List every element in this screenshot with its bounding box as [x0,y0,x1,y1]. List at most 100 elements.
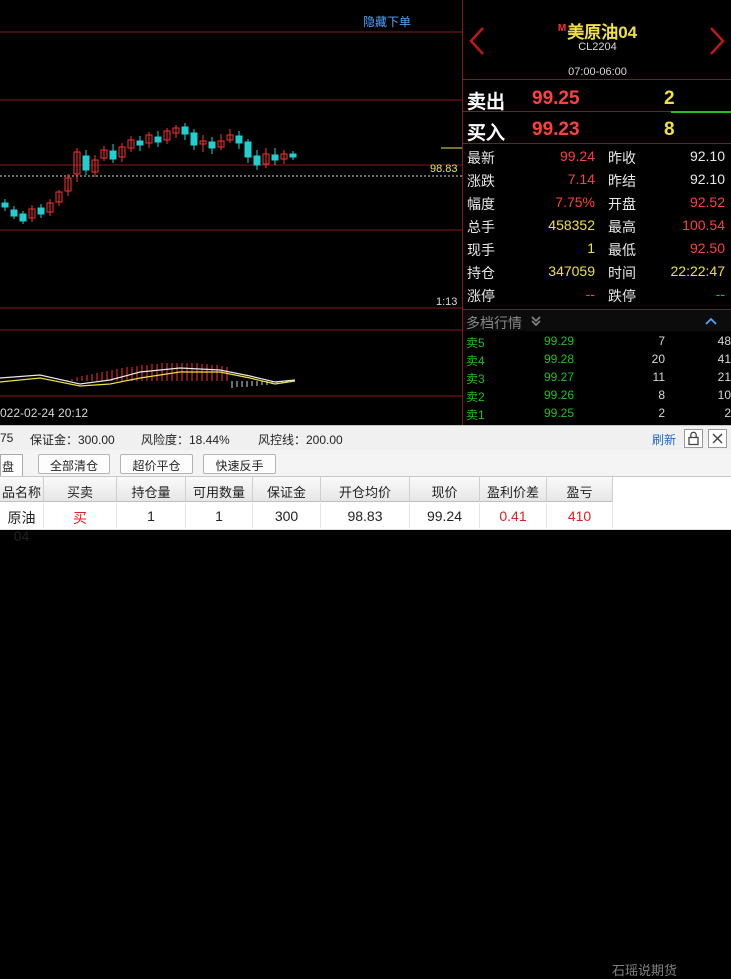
stat-row: 涨停 -- [467,286,595,308]
lock-icon [688,431,699,446]
crosshair-date-label: 022-02-24 20:12 [0,406,89,420]
stat-row: 最低 92.50 [608,240,725,262]
close-icon [712,433,723,444]
stat-value: 100.54 [682,217,725,233]
stat-key: 持仓 [467,265,495,281]
stat-value: -- [715,286,725,302]
column-header[interactable]: 可用数量 [186,477,253,502]
stat-key: 现手 [467,242,495,258]
next-symbol-icon[interactable] [709,26,725,56]
tab-position[interactable]: 盘 [0,454,23,476]
stat-row: 昨收 92.10 [608,148,725,170]
stat-value: 92.50 [689,240,725,256]
buy-volume: 8 [664,119,675,140]
candle-body [190,132,198,146]
column-header[interactable]: 现价 [410,477,480,502]
stat-value: 1 [587,240,595,256]
stat-value: 92.52 [689,194,725,210]
buy-price[interactable]: 99.23 [532,119,580,141]
depth-price[interactable]: 99.29 [544,334,574,348]
depth-row[interactable]: 卖1 99.25 2 2 [463,406,731,424]
stat-value: 92.10 [689,171,725,187]
buy-row[interactable]: 买入 99.23 8 [463,113,731,144]
quick-reverse-button[interactable]: 快速反手 [203,454,276,474]
candle-body [19,213,27,222]
stat-key: 昨收 [608,150,636,166]
candle-body [136,140,144,146]
stat-key: 昨结 [608,173,636,189]
table-cell: 1 [186,503,253,528]
candle-body [289,153,297,158]
depth-header[interactable]: 多档行情 [463,309,731,331]
symbol-code: CL2204 [578,41,617,53]
depth-volume: 11 [652,370,665,384]
table-row[interactable]: 原油04 买 1 1 300 98.83 99.24 0.41 410 [0,503,731,544]
column-header[interactable]: 持仓量 [117,477,186,502]
close-panel-button[interactable] [708,429,727,448]
sell-price[interactable]: 99.25 [532,88,580,110]
chevron-up-icon[interactable] [704,316,718,326]
stat-key: 总手 [467,219,495,235]
stat-value: -- [585,286,595,302]
depth-row[interactable]: 卖4 99.28 20 41 [463,352,731,370]
risk-status: 风险度：18.44% [141,433,230,447]
stat-row: 总手 458352 [467,217,595,239]
candle-body [253,155,261,166]
stat-key: 跌停 [608,288,636,304]
stat-row: 昨结 92.10 [608,171,725,193]
column-header[interactable]: 品名称 [0,477,44,502]
candle-body [82,155,90,171]
stat-value: 92.10 [689,148,725,164]
symbol-title: 美原油04 [567,23,638,42]
over-price-close-button[interactable]: 超价平仓 [120,454,193,474]
stat-row: 涨跌 7.14 [467,171,595,193]
watermark-text: 石瑶说期货 [612,963,678,978]
column-header[interactable]: 盈亏 [547,477,613,502]
quote-panel: M美原油04 CL2204 07:00-06:00 卖出 99.25 2 买入 … [462,0,731,425]
candle-body [1,202,9,208]
depth-row[interactable]: 卖5 99.29 7 48 [463,334,731,352]
depth-price[interactable]: 99.28 [544,352,574,366]
stat-value: 7.75% [555,194,595,210]
table-cell: 99.24 [410,503,480,528]
stat-key: 最新 [467,150,495,166]
kline-chart[interactable] [0,0,462,425]
column-header[interactable]: 开仓均价 [321,477,410,502]
sell-volume: 2 [664,88,675,109]
depth-price[interactable]: 99.27 [544,370,574,384]
ratio-label: 1:13 [436,296,458,308]
table-cell: 410 [547,503,613,528]
stat-value: 347059 [548,263,595,279]
lock-button[interactable] [684,429,703,448]
stat-key: 最高 [608,219,636,235]
chart-area[interactable]: 隐藏下单 98.83 1:13 022-02-24 20:12 [0,0,462,425]
candle-body [109,150,117,160]
candle-body [154,136,162,143]
depth-row[interactable]: 卖3 99.27 11 21 [463,370,731,388]
table-cell: 300 [253,503,321,528]
stat-row: 现手 1 [467,240,595,262]
table-cell: 买 [44,503,117,528]
depth-price[interactable]: 99.25 [544,406,574,420]
candle-body [235,135,243,144]
depth-row[interactable]: 卖2 99.26 8 10 [463,388,731,406]
depth-total: 21 [717,370,731,384]
refresh-link[interactable]: 刷新 [652,431,676,448]
candle-body [37,207,45,215]
hide-order-link[interactable]: 隐藏下单 [363,13,411,30]
double-chevron-down-icon[interactable] [530,315,542,327]
stat-row: 开盘 92.52 [608,194,725,216]
divider [463,143,731,144]
depth-price[interactable]: 99.26 [544,388,574,402]
account-status-bar: 75 保证金：300.00 风险度：18.44% 风控线：200.00 刷新 [0,425,731,450]
sell-row[interactable]: 卖出 99.25 2 [463,82,731,113]
close-all-button[interactable]: 全部清仓 [38,454,110,474]
depth-total: 48 [717,334,731,348]
column-header[interactable]: 保证金 [253,477,321,502]
column-header[interactable]: 买卖 [44,477,117,502]
depth-volume: 7 [658,334,665,348]
candle-body [208,141,216,149]
column-header[interactable]: 盈利价差 [480,477,547,502]
depth-volume: 8 [658,388,665,402]
stat-key: 时间 [608,265,636,281]
